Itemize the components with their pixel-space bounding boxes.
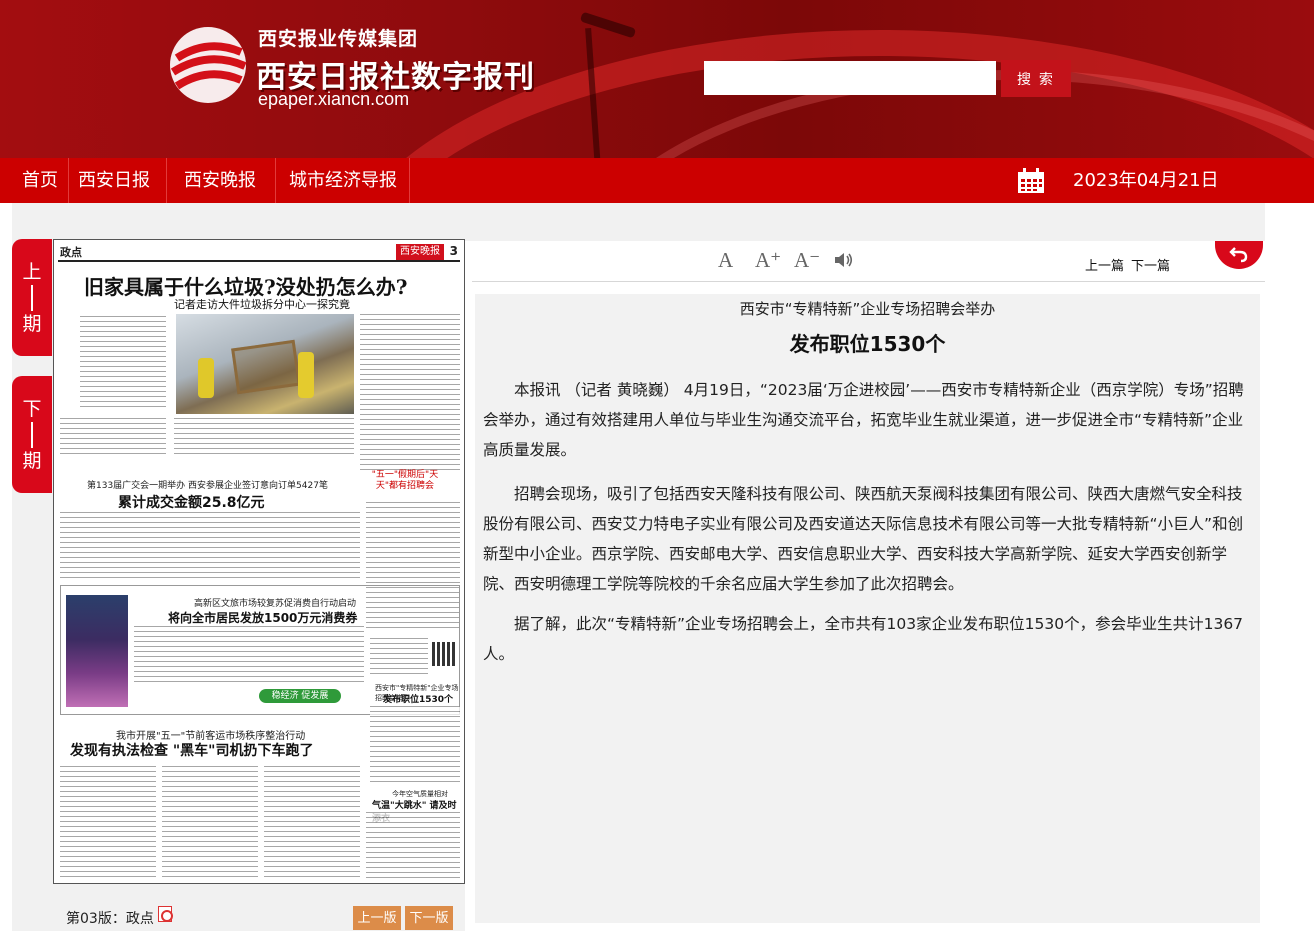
group-name: 西安报业传媒集团 — [258, 28, 419, 50]
article-paragraph: 据了解，此次“专精特新”企业专场招聘会上，全市共有103家企业发布职位1530个… — [483, 615, 1244, 663]
paper-photo — [66, 595, 128, 707]
photo-detail — [298, 352, 314, 398]
paper-photo — [176, 314, 354, 414]
paper-subheadline: 第133届广交会一期举办 西安参展企业签订意向订单5427笔 — [87, 481, 328, 491]
paper-headline[interactable]: 发布职位1530个 — [383, 692, 453, 705]
prev-issue-label-top: 上 — [22, 261, 42, 283]
toolbar-divider — [472, 281, 1265, 282]
logo-icon — [170, 27, 247, 103]
article-body: 本报讯 （记者 黄晓巍） 4月19日，“2023届‘万企进校园’——西安市专精特… — [483, 375, 1253, 669]
tab-divider — [31, 422, 33, 448]
next-issue-label-top: 下 — [22, 398, 42, 420]
calendar-icon[interactable] — [1017, 168, 1045, 194]
nav-item-city-economy[interactable]: 城市经济导报 — [276, 158, 410, 203]
paper-headline[interactable]: 累计成交金额25.8亿元 — [118, 492, 265, 512]
paper-text-block — [80, 316, 166, 408]
prev-issue-label-bottom: 期 — [22, 313, 42, 335]
paper-text-block — [134, 626, 364, 684]
paper-text-block — [60, 418, 166, 458]
font-normal-button[interactable]: A — [718, 248, 733, 273]
paper-subheadline: 记者走访大件垃圾拆分中心一探究竟 — [174, 298, 350, 311]
newspaper-page-image[interactable]: 政点 西安晚报 3 旧家具属于什么垃圾?没处扔怎么办? 记者走访大件垃圾拆分中心… — [53, 239, 465, 884]
qr-code-icon — [432, 642, 456, 666]
search-button[interactable]: 搜 索 — [1001, 60, 1071, 97]
nav-item-home[interactable]: 首页 — [12, 158, 68, 203]
article-title: 发布职位1530个 — [789, 332, 946, 356]
article-paragraph: 招聘会现场，吸引了包括西安天隆科技有限公司、陕西航天泵阀科技集团有限公司、陕西大… — [483, 485, 1244, 593]
paper-page-number: 3 — [449, 244, 458, 258]
paper-text-block — [366, 812, 460, 878]
nav-item-xian-evening[interactable]: 西安晚报 — [167, 158, 273, 203]
paper-masthead: 西安晚报 — [396, 244, 444, 260]
paper-text-block — [264, 766, 360, 878]
paper-subheadline: 高新区文旅市场较复苏促消费自行动启动 — [194, 599, 357, 609]
prev-page-button[interactable]: 上一版 — [353, 906, 401, 930]
paper-text-block — [162, 766, 258, 878]
next-page-button[interactable]: 下一版 — [405, 906, 453, 930]
article-paragraph: 本报讯 （记者 黄晓巍） 4月19日，“2023届‘万企进校园’——西安市专精特… — [483, 381, 1244, 459]
paper-text-block — [60, 766, 156, 878]
speaker-icon[interactable] — [834, 251, 854, 269]
paper-headline[interactable]: 将向全市居民发放1500万元消费券 — [168, 609, 357, 626]
paper-text-block — [370, 638, 428, 678]
photo-detail — [198, 358, 214, 398]
edition-label: 第03版：政点 — [66, 911, 154, 927]
paper-header: 政点 西安晚报 3 — [58, 244, 460, 262]
prev-article-link[interactable]: 上一篇 — [1085, 255, 1124, 274]
next-issue-tab[interactable]: 下 期 — [12, 376, 52, 493]
current-date: 2023年04月21日 — [1073, 170, 1219, 191]
paper-text-block — [370, 706, 460, 786]
paper-text-block — [174, 418, 354, 458]
next-issue-label-bottom: 期 — [22, 450, 42, 472]
tab-divider — [31, 285, 33, 311]
back-arrow-icon — [1229, 247, 1248, 263]
article-subtitle: 西安市“专精特新”企业专场招聘会举办 — [739, 300, 996, 318]
paper-section: 政点 — [60, 246, 82, 259]
paper-text-block — [360, 314, 460, 470]
site-domain: epaper.xiancn.com — [258, 89, 410, 109]
paper-text-block — [60, 512, 360, 578]
paper-headline[interactable]: "五一"假期后"天天"都有招聘会 — [370, 470, 440, 492]
font-smaller-button[interactable]: A⁻ — [794, 248, 820, 273]
paper-badge: 稳经济 促发展 — [259, 689, 341, 703]
prev-issue-tab[interactable]: 上 期 — [12, 239, 52, 356]
font-larger-button[interactable]: A⁺ — [755, 248, 781, 273]
search-input[interactable] — [704, 61, 996, 95]
nav-divider — [409, 158, 410, 203]
paper-headline[interactable]: 发现有执法检查 "黑车"司机扔下车跑了 — [70, 740, 313, 760]
nav-item-xian-daily[interactable]: 西安日报 — [69, 158, 159, 203]
pdf-icon[interactable] — [158, 906, 173, 922]
next-article-link[interactable]: 下一篇 — [1131, 255, 1170, 274]
photo-detail — [231, 339, 301, 395]
